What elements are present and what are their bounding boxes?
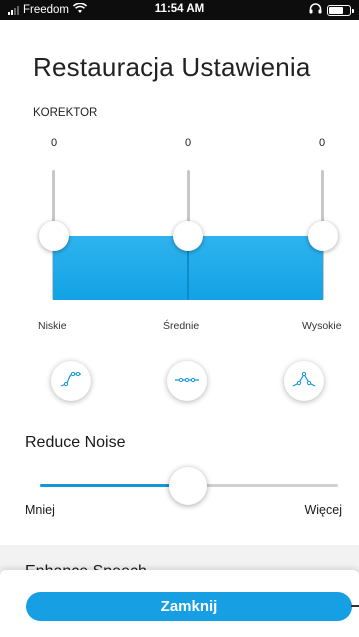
reduce-noise-slider-fill <box>40 484 189 487</box>
headphones-icon <box>309 3 322 17</box>
eq-knob-low[interactable] <box>39 221 69 251</box>
equalizer-section-label: KOREKTOR <box>33 107 98 119</box>
eq-band-value-low: 0 <box>50 137 58 149</box>
status-right <box>309 3 354 17</box>
eq-knob-high[interactable] <box>308 221 338 251</box>
reduce-noise-title: Reduce Noise <box>25 434 126 451</box>
eq-band-value-mid: 0 <box>184 137 192 149</box>
preset-flat-button[interactable] <box>167 361 207 401</box>
preset-bass-boost-button[interactable] <box>51 361 91 401</box>
eq-knob-mid[interactable] <box>173 221 203 251</box>
status-bar: Freedom 11:54 AM <box>0 0 359 20</box>
eq-band-value-high: 0 <box>318 137 326 149</box>
reduce-noise-min-label: Mniej <box>25 503 55 517</box>
eq-band-label-low: Niskie <box>38 320 67 332</box>
eq-band-label-high: Wysokie <box>302 320 342 332</box>
edge-indicator <box>351 605 359 607</box>
eq-curve-bass-boost-icon <box>59 370 83 393</box>
reduce-noise-max-label: Więcej <box>304 503 342 517</box>
close-button[interactable]: Zamknij <box>26 592 352 621</box>
reduce-noise-slider-knob[interactable] <box>169 467 207 505</box>
eq-band-label-mid: Średnie <box>163 320 200 332</box>
page-title: Restauracja Ustawienia <box>33 52 311 82</box>
eq-curve-flat-icon <box>174 372 200 390</box>
eq-curve-mid-peak-icon <box>292 370 316 393</box>
battery-icon <box>327 4 354 16</box>
preset-mid-peak-button[interactable] <box>284 361 324 401</box>
status-time: 11:54 AM <box>154 3 205 15</box>
